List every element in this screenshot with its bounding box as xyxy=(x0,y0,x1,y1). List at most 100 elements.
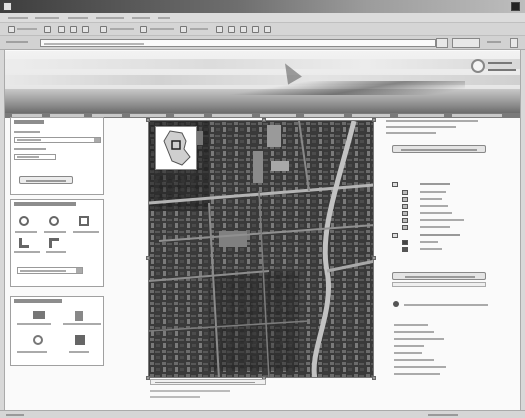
history-icon[interactable] xyxy=(216,26,223,33)
map-scale-bar xyxy=(150,379,266,385)
discuss-icon[interactable] xyxy=(264,26,271,33)
status-left-text xyxy=(6,414,24,416)
search-field2-input[interactable] xyxy=(14,154,56,160)
banner-top-link-1-text xyxy=(488,62,512,64)
menu-item-5-text xyxy=(132,17,150,19)
navigation-select-value-text xyxy=(20,270,66,272)
forward-icon[interactable] xyxy=(44,26,51,33)
links-label-text xyxy=(487,41,501,43)
search-field1-label-text xyxy=(14,131,40,133)
browser-toolbar xyxy=(0,23,525,36)
map-corner-handle-se[interactable] xyxy=(372,376,376,380)
right-top-link-1-text xyxy=(386,120,478,122)
bottom-link-6-text xyxy=(394,359,434,361)
menu-item-6-text xyxy=(158,17,170,19)
map-corner-handle-nw[interactable] xyxy=(146,118,150,122)
nav-link-4[interactable] xyxy=(130,114,166,117)
bottom-link-1-text xyxy=(394,324,428,326)
legend-group2-item-1-icon[interactable] xyxy=(402,240,408,245)
map-options-button[interactable] xyxy=(392,145,486,153)
legend-item-5-text xyxy=(420,219,464,221)
bottom-link-2-text xyxy=(394,331,434,333)
search-field1-value-text xyxy=(17,139,41,141)
nav-link-10[interactable] xyxy=(398,114,444,117)
search-panel xyxy=(10,117,104,195)
search-icon[interactable] xyxy=(100,26,107,33)
overview-export-icon[interactable] xyxy=(75,311,83,321)
map-options-label-text xyxy=(401,149,477,151)
back-label-text xyxy=(17,28,37,30)
legend-item-3-icon[interactable] xyxy=(402,204,408,209)
home-icon[interactable] xyxy=(82,26,89,33)
map-edge-handle-e[interactable] xyxy=(372,256,376,260)
map-scale-text-line xyxy=(155,382,255,383)
full-extent-icon[interactable] xyxy=(79,216,89,226)
search-field2-value-text xyxy=(17,156,39,158)
nav-link-6[interactable] xyxy=(212,114,252,117)
map-footer-text-line-1 xyxy=(150,390,230,392)
address-dropdown-button[interactable] xyxy=(436,38,448,48)
right-top-link-3-text xyxy=(386,132,436,134)
overview-item-4-text xyxy=(69,351,89,353)
print-icon[interactable] xyxy=(240,26,247,33)
zoom-in-icon[interactable] xyxy=(19,216,29,226)
legend-item-5-icon[interactable] xyxy=(402,218,408,223)
refresh-icon[interactable] xyxy=(70,26,77,33)
favorites-icon[interactable] xyxy=(140,26,147,33)
overview-help-icon[interactable] xyxy=(75,335,85,345)
overview-info-icon[interactable] xyxy=(33,335,43,345)
menu-item-3-text xyxy=(68,17,88,19)
legend-item-4-icon[interactable] xyxy=(402,211,408,216)
layer-control-button[interactable] xyxy=(392,272,486,280)
search-submit-button[interactable] xyxy=(19,176,73,184)
legend-expand-icon[interactable] xyxy=(392,182,398,187)
nav-link-8[interactable] xyxy=(304,114,344,117)
search-submit-label-text xyxy=(26,180,66,182)
app-icon xyxy=(3,2,12,11)
legend-group2-item-2-text xyxy=(420,248,442,250)
close-window-button[interactable] xyxy=(511,2,520,11)
navigation-panel-title xyxy=(14,202,76,206)
pan-icon[interactable] xyxy=(19,238,29,248)
favorites-label-text xyxy=(150,28,174,30)
overview-map[interactable] xyxy=(155,126,197,170)
legend-item-1-icon[interactable] xyxy=(402,190,408,195)
overview-print-icon[interactable] xyxy=(33,311,45,319)
back-icon[interactable] xyxy=(8,26,15,33)
map-edge-handle-n[interactable] xyxy=(262,118,266,122)
nav-link-9[interactable] xyxy=(352,114,390,117)
layer-control-label-text xyxy=(405,276,475,278)
identify-icon[interactable] xyxy=(49,238,59,248)
map-edge-handle-w[interactable] xyxy=(146,256,150,260)
mail-icon[interactable] xyxy=(228,26,235,33)
menu-item-1-text xyxy=(8,17,28,19)
stop-icon[interactable] xyxy=(58,26,65,33)
menu-bar xyxy=(0,13,525,23)
bottom-link-8-text xyxy=(394,373,440,375)
overview-panel xyxy=(10,296,104,366)
edit-icon[interactable] xyxy=(252,26,259,33)
legend-item-2-icon[interactable] xyxy=(402,197,408,202)
legend-group2-expand-icon[interactable] xyxy=(392,233,398,238)
nav-link-5[interactable] xyxy=(174,114,204,117)
legend-title-text xyxy=(420,183,450,185)
tool-label-5-text xyxy=(46,251,66,253)
navigation-select[interactable] xyxy=(17,267,83,274)
banner-band-1 xyxy=(5,59,520,69)
zoom-out-icon[interactable] xyxy=(49,216,59,226)
nav-link-11[interactable] xyxy=(452,114,502,117)
info-text-line xyxy=(404,304,488,306)
legend-group2-item-2-icon[interactable] xyxy=(402,247,408,252)
legend-item-4-text xyxy=(420,212,452,214)
tool-label-1-text xyxy=(15,231,37,233)
go-button[interactable] xyxy=(452,38,480,48)
map-corner-handle-ne[interactable] xyxy=(372,118,376,122)
media-icon[interactable] xyxy=(180,26,187,33)
legend-item-6-icon[interactable] xyxy=(402,225,408,230)
search-field1-select[interactable] xyxy=(14,137,101,143)
nav-link-7[interactable] xyxy=(260,114,296,117)
address-input[interactable] xyxy=(40,39,436,47)
banner-top-link-2-text xyxy=(488,69,516,71)
menu-item-2-text xyxy=(35,17,59,19)
links-chevron-icon[interactable] xyxy=(510,38,518,48)
